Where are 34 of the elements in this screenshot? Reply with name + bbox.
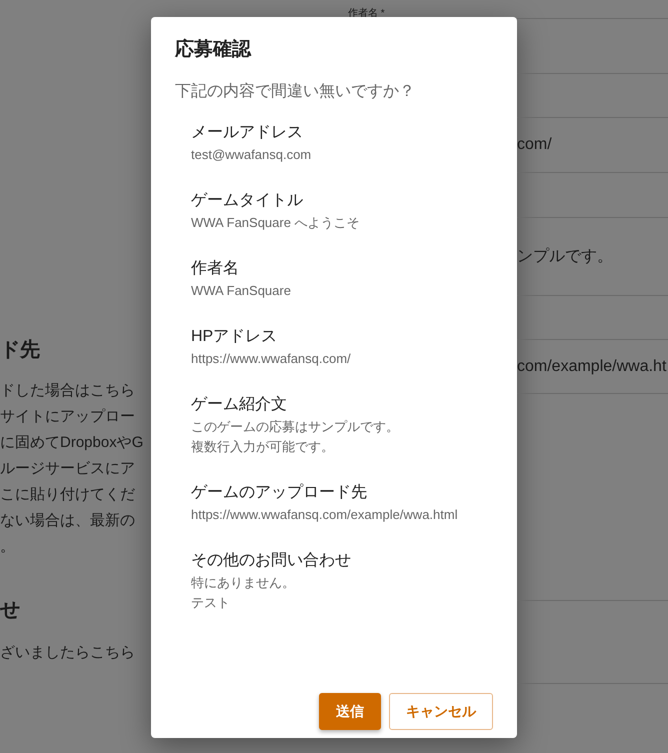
item-value: このゲームの応募はサンプルです。	[191, 418, 399, 436]
item-value: test@wwafansq.com	[191, 146, 312, 164]
item-value: https://www.wwafansq.com/example/wwa.html	[191, 506, 458, 524]
item-label: ゲーム紹介文	[191, 394, 287, 415]
body-text: こに貼り付けてくだ	[0, 485, 135, 505]
item-label: メールアドレス	[191, 123, 303, 143]
item-value: 複数行入力が可能です。	[191, 438, 334, 456]
field-value: com/example/wwa.ht	[517, 356, 666, 376]
dialog-prompt: 下記の内容で間違い無いですか？	[175, 82, 415, 102]
item-value: WWA FanSquare	[191, 282, 291, 300]
item-value: 特にありません。	[191, 574, 295, 592]
item-label: ゲームタイトル	[191, 191, 303, 211]
field-value: ンプルです。	[517, 246, 613, 266]
item-label: HPアドレス	[191, 327, 278, 347]
dialog-title: 応募確認	[175, 38, 251, 62]
cancel-button[interactable]: キャンセル	[389, 693, 493, 730]
body-text: ざいましたらこちら	[0, 643, 135, 663]
item-label: 作者名	[191, 258, 239, 279]
submit-button[interactable]: 送信	[319, 693, 381, 730]
body-text: サイトにアップロー	[0, 407, 135, 427]
section-heading: ド先	[0, 338, 40, 363]
section-heading: せ	[0, 598, 20, 623]
field-label: 作者名 *	[348, 8, 385, 17]
item-value: WWA FanSquare へようこそ	[191, 214, 360, 232]
item-label: ゲームのアップロード先	[191, 482, 367, 503]
field-value: com/	[517, 135, 552, 155]
body-text: 。	[0, 537, 15, 557]
body-text: に固めてDropboxやG	[0, 433, 144, 453]
body-text: ルージサービスにア	[0, 459, 135, 479]
item-value: テスト	[191, 594, 230, 612]
body-text: ない場合は、最新の	[0, 511, 135, 531]
item-label: その他のお問い合わせ	[191, 551, 351, 571]
body-text: ドした場合はこちら	[0, 381, 135, 401]
item-value: https://www.wwafansq.com/	[191, 350, 351, 368]
